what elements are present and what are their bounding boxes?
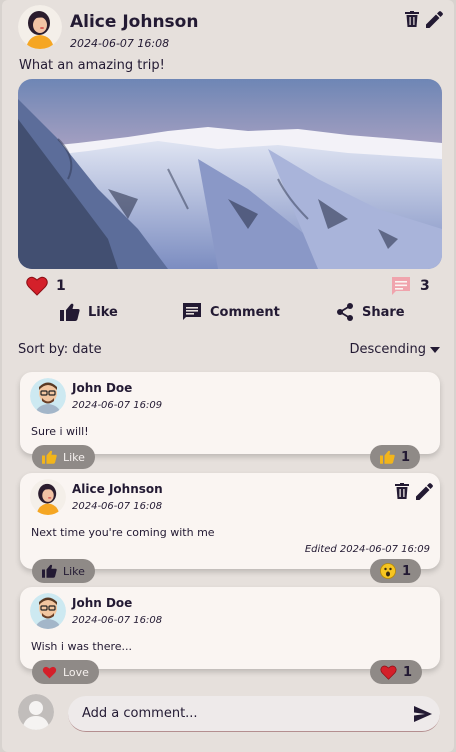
commenter-avatar[interactable]: [30, 479, 66, 515]
comment-reaction-count: 1: [403, 664, 413, 680]
comment-reaction-summary[interactable]: 1: [370, 559, 422, 583]
thumbs-up-icon: [42, 450, 57, 464]
comment-text: Sure i will!: [31, 425, 89, 438]
post-comment-count: 3: [420, 278, 430, 294]
comment-timestamp: 2024-06-07 16:09: [72, 400, 163, 411]
comment-text: Next time you're coming with me: [31, 526, 215, 539]
thumbs-up-icon: [60, 303, 80, 321]
comment-reaction-summary[interactable]: 1: [370, 445, 421, 469]
chevron-down-icon: [430, 346, 440, 353]
post-photo[interactable]: [18, 79, 442, 269]
like-button[interactable]: Like: [60, 303, 118, 321]
comment-timestamp: 2024-06-07 16:08: [72, 615, 163, 626]
comment-button[interactable]: Comment: [182, 303, 280, 321]
comment-like-label: Like: [63, 564, 85, 578]
comment-author[interactable]: John Doe: [72, 381, 132, 395]
post-timestamp: 2024-06-07 16:08: [70, 37, 170, 50]
delete-post-icon[interactable]: [404, 11, 420, 27]
heart-icon[interactable]: [26, 276, 48, 296]
post-reaction-count: 1: [56, 278, 66, 294]
comment-love-button[interactable]: Love: [32, 660, 99, 684]
share-button-label: Share: [362, 304, 405, 320]
edit-post-icon[interactable]: [425, 10, 443, 28]
comment-like-label: Like: [63, 450, 85, 464]
edit-comment-icon[interactable]: [415, 482, 433, 500]
like-button-label: Like: [88, 304, 118, 320]
surprised-face-icon: [380, 563, 396, 579]
sort-order-value: Descending: [349, 342, 426, 357]
comment-timestamp: 2024-06-07 16:08: [72, 501, 163, 512]
comment-reaction-count: 1: [402, 563, 412, 579]
comment-edited-note: Edited 2024-06-07 16:09: [304, 544, 430, 555]
comment-reaction-count: 1: [401, 449, 411, 465]
comment-author[interactable]: John Doe: [72, 596, 132, 610]
share-icon: [337, 303, 353, 321]
author-avatar[interactable]: [18, 5, 62, 49]
sort-by-label[interactable]: Sort by: date: [18, 342, 102, 357]
comment-author[interactable]: Alice Johnson: [72, 482, 163, 496]
comment-reaction-summary[interactable]: 1: [370, 660, 423, 684]
sort-order-dropdown[interactable]: Descending: [349, 342, 440, 357]
comment-text: Wish i was there...: [31, 640, 132, 653]
comment-button-label: Comment: [210, 304, 280, 320]
comment-item: John Doe 2024-06-07 16:09 Sure i will!: [20, 372, 440, 454]
commenter-avatar[interactable]: [30, 378, 66, 414]
comment-item: Alice Johnson 2024-06-07 16:08 Next time…: [20, 473, 440, 569]
share-button[interactable]: Share: [336, 303, 405, 321]
delete-comment-icon[interactable]: [394, 483, 410, 499]
current-user-avatar: [18, 694, 54, 730]
thumbs-up-icon: [42, 564, 57, 578]
post-caption: What an amazing trip!: [19, 58, 165, 73]
comment-item: John Doe 2024-06-07 16:08 Wish i was the…: [20, 587, 440, 669]
send-icon[interactable]: [413, 704, 433, 724]
comment-like-button[interactable]: Like: [32, 559, 95, 583]
comment-love-label: Love: [63, 665, 89, 679]
heart-icon: [380, 665, 397, 680]
comment-like-button[interactable]: Like: [32, 445, 95, 469]
post-author-name[interactable]: Alice Johnson: [70, 12, 198, 32]
post-card: Alice Johnson 2024-06-07 16:08 What an a…: [2, 0, 454, 752]
commenter-avatar[interactable]: [30, 593, 66, 629]
heart-icon: [42, 666, 57, 678]
comment-input[interactable]: [68, 696, 440, 732]
comment-icon: [183, 303, 201, 320]
comment-count-icon: [391, 276, 411, 296]
thumbs-up-icon: [380, 450, 395, 464]
